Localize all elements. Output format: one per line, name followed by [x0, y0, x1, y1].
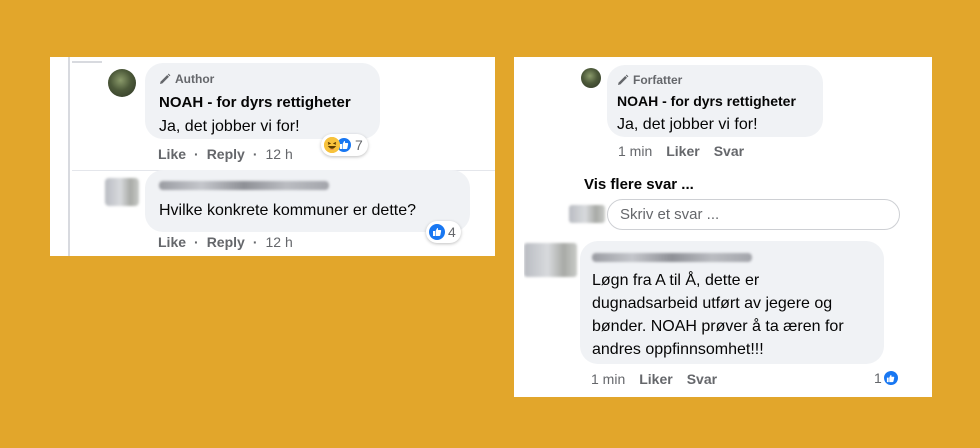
like-button[interactable]: Like [158, 146, 186, 162]
thread-branch-line [72, 61, 102, 63]
comment-text-line: bønder. NOAH prøver å ta æren for [592, 318, 844, 335]
reaction-count: 7 [355, 137, 363, 153]
comment-timestamp[interactable]: 12 h [265, 234, 292, 250]
separator-dot: · [252, 146, 258, 162]
haha-icon [324, 137, 340, 153]
comment-actions: Like · Reply · 12 h [158, 234, 293, 250]
commenter-name[interactable]: NOAH - for dyrs rettigheter [617, 93, 796, 109]
separator-dot: · [194, 146, 199, 162]
reaction-summary[interactable]: 4 [426, 221, 461, 243]
reaction-summary[interactable]: 7 [321, 134, 368, 156]
comment-text-line: dugnadsarbeid utført av jegere og [592, 295, 833, 312]
author-avatar[interactable] [581, 68, 601, 88]
current-user-avatar-blurred [569, 205, 605, 223]
comment-timestamp[interactable]: 1 min [591, 371, 625, 387]
reply-button[interactable]: Reply [207, 234, 245, 250]
comment-actions: Like · Reply · 12 h [158, 146, 293, 162]
reply-comment-bubble: Hvilke konkrete kommuner er dette? [145, 170, 470, 232]
author-avatar[interactable] [108, 69, 136, 97]
comment-text: Ja, det jobber vi for! [617, 116, 758, 133]
like-icon [883, 371, 898, 385]
left-comment-panel: Author NOAH - for dyrs rettigheter Ja, d… [50, 57, 495, 256]
author-badge: Author [159, 72, 214, 86]
reply-button[interactable]: Reply [207, 146, 245, 162]
pencil-icon [160, 73, 171, 84]
comment-timestamp[interactable]: 12 h [265, 146, 292, 162]
separator-dot: · [252, 234, 258, 250]
reaction-count: 4 [448, 224, 456, 240]
author-badge-label: Author [175, 72, 215, 86]
panel-overflow-strip [518, 226, 524, 291]
separator-dot: · [194, 234, 199, 250]
comment-actions: 1 min Liker Svar [618, 143, 744, 159]
author-comment-bubble: Author NOAH - for dyrs rettigheter Ja, d… [145, 63, 380, 139]
author-comment-bubble: Forfatter NOAH - for dyrs rettigheter Ja… [607, 65, 823, 137]
commenter-name[interactable]: NOAH - for dyrs rettigheter [159, 94, 351, 111]
comment-text-line: andres oppfinnsomhet!!! [592, 341, 764, 358]
reaction-count: 1 [874, 370, 882, 386]
pencil-icon [618, 74, 629, 85]
reply-avatar-blurred[interactable] [105, 178, 139, 206]
like-icon [429, 224, 445, 240]
reply-input[interactable]: Skriv et svar ... [607, 199, 900, 230]
view-more-replies-link[interactable]: Vis flere svar ... [584, 176, 694, 193]
right-comment-panel: Forfatter NOAH - for dyrs rettigheter Ja… [514, 57, 932, 397]
thread-line [68, 57, 70, 256]
like-button[interactable]: Like [158, 234, 186, 250]
reply-comment-bubble: Løgn fra A til Å, dette er dugnadsarbeid… [580, 241, 884, 364]
comment-text-line: Løgn fra A til Å, dette er [592, 272, 760, 289]
reply-avatar-blurred[interactable] [524, 243, 577, 277]
like-button[interactable]: Liker [639, 371, 672, 387]
commenter-name-blurred[interactable] [159, 181, 329, 190]
reaction-summary[interactable]: 1 [874, 370, 898, 386]
author-badge-label: Forfatter [633, 73, 683, 87]
reaction-icons [324, 137, 352, 153]
author-badge: Forfatter [617, 73, 682, 87]
comment-actions: 1 min Liker Svar [591, 371, 717, 387]
reply-button[interactable]: Svar [714, 143, 744, 159]
comment-timestamp[interactable]: 1 min [618, 143, 652, 159]
reply-button[interactable]: Svar [687, 371, 717, 387]
comment-text: Ja, det jobber vi for! [159, 118, 300, 135]
comment-text: Hvilke konkrete kommuner er dette? [159, 202, 416, 219]
like-button[interactable]: Liker [666, 143, 699, 159]
commenter-name-blurred[interactable] [592, 253, 752, 262]
